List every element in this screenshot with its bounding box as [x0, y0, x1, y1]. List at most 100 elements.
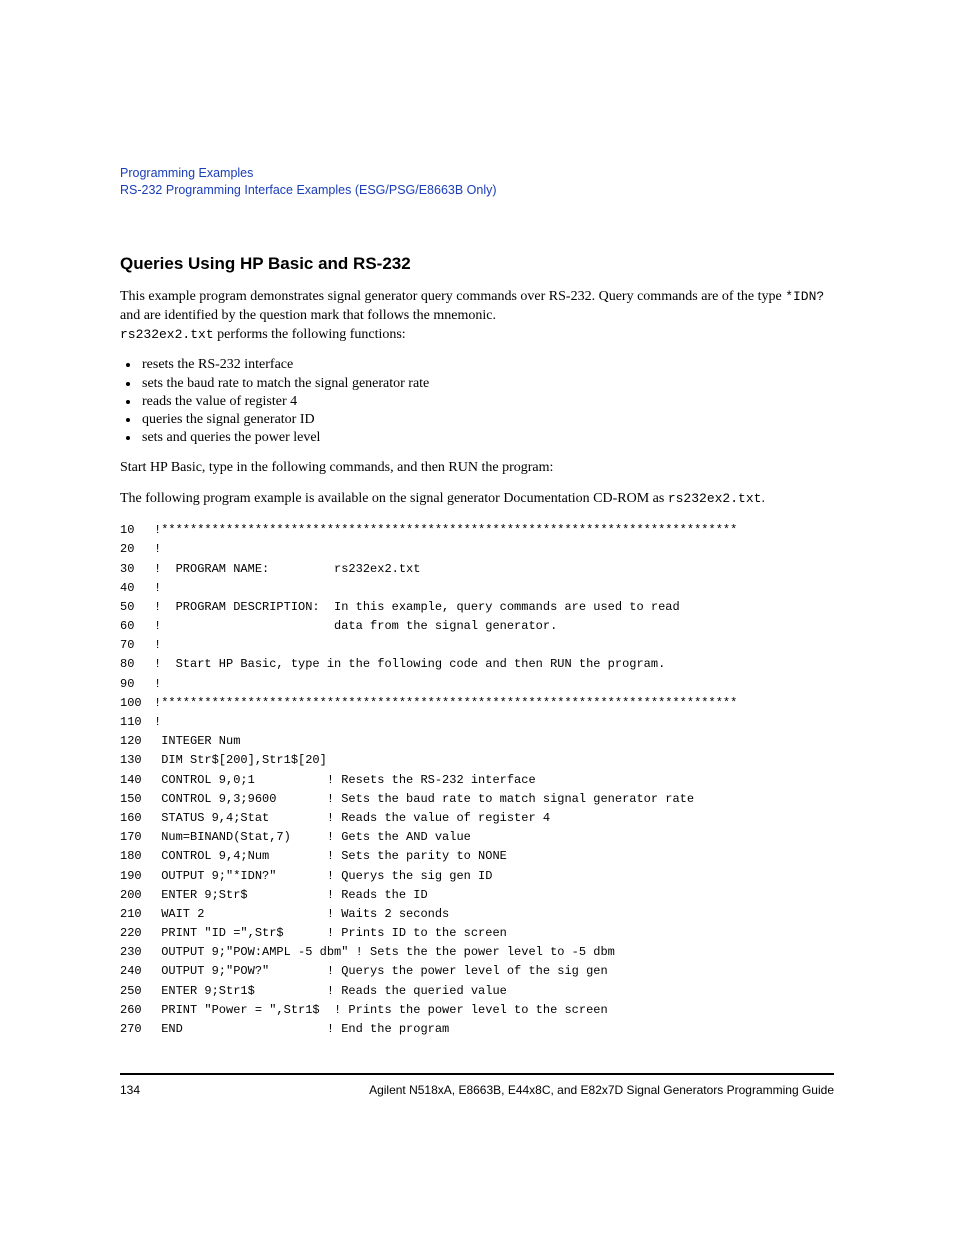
- inline-code-idn: *IDN?: [785, 289, 824, 304]
- code-line: 50! PROGRAM DESCRIPTION: In this example…: [120, 598, 834, 617]
- intro-text-a: This example program demonstrates signal…: [120, 289, 785, 304]
- cdrom-text-a: The following program example is availab…: [120, 491, 668, 506]
- code-line: 260 PRINT "Power = ",Str1$ ! Prints the …: [120, 1001, 834, 1020]
- code-text: ENTER 9;Str1$ ! Reads the queried value: [154, 982, 507, 1001]
- code-text: !***************************************…: [154, 694, 737, 713]
- line-number: 260: [120, 1001, 154, 1020]
- page-footer: 134 Agilent N518xA, E8663B, E44x8C, and …: [120, 1083, 834, 1097]
- line-number: 160: [120, 809, 154, 828]
- line-number: 90: [120, 675, 154, 694]
- code-line: 150 CONTROL 9,3;9600 ! Sets the baud rat…: [120, 790, 834, 809]
- line-number: 80: [120, 655, 154, 674]
- line-number: 60: [120, 617, 154, 636]
- code-text: END ! End the program: [154, 1020, 449, 1039]
- line-number: 30: [120, 560, 154, 579]
- code-line: 80! Start HP Basic, type in the followin…: [120, 655, 834, 674]
- page: Programming Examples RS-232 Programming …: [0, 0, 954, 1235]
- line-number: 130: [120, 751, 154, 770]
- code-line: 250 ENTER 9;Str1$ ! Reads the queried va…: [120, 982, 834, 1001]
- line-number: 10: [120, 521, 154, 540]
- list-item: queries the signal generator ID: [140, 411, 834, 429]
- line-number: 180: [120, 847, 154, 866]
- code-line: 130 DIM Str$[200],Str1$[20]: [120, 751, 834, 770]
- intro-text-b: and are identified by the question mark …: [120, 308, 496, 323]
- code-block: 10!*************************************…: [120, 521, 834, 1039]
- code-text: STATUS 9,4;Stat ! Reads the value of reg…: [154, 809, 550, 828]
- code-text: PRINT "Power = ",Str1$ ! Prints the powe…: [154, 1001, 608, 1020]
- code-text: ! Start HP Basic, type in the following …: [154, 655, 665, 674]
- code-text: CONTROL 9,3;9600 ! Sets the baud rate to…: [154, 790, 694, 809]
- code-line: 40!: [120, 579, 834, 598]
- code-line: 100!************************************…: [120, 694, 834, 713]
- code-text: DIM Str$[200],Str1$[20]: [154, 751, 327, 770]
- code-line: 70!: [120, 636, 834, 655]
- line-number: 20: [120, 540, 154, 559]
- footer-title: Agilent N518xA, E8663B, E44x8C, and E82x…: [369, 1083, 834, 1097]
- code-line: 120 INTEGER Num: [120, 732, 834, 751]
- code-line: 220 PRINT "ID =",Str$ ! Prints ID to the…: [120, 924, 834, 943]
- code-line: 210 WAIT 2 ! Waits 2 seconds: [120, 905, 834, 924]
- list-item: sets the baud rate to match the signal g…: [140, 375, 834, 393]
- code-line: 30! PROGRAM NAME: rs232ex2.txt: [120, 560, 834, 579]
- code-text: OUTPUT 9;"*IDN?" ! Querys the sig gen ID: [154, 867, 492, 886]
- cdrom-note: The following program example is availab…: [120, 490, 834, 509]
- code-line: 160 STATUS 9,4;Stat ! Reads the value of…: [120, 809, 834, 828]
- intro-text-c: performs the following functions:: [214, 327, 406, 342]
- line-number: 120: [120, 732, 154, 751]
- code-text: !: [154, 675, 161, 694]
- breadcrumb[interactable]: Programming Examples RS-232 Programming …: [120, 165, 834, 199]
- function-list: resets the RS-232 interface sets the bau…: [120, 356, 834, 447]
- code-text: Num=BINAND(Stat,7) ! Gets the AND value: [154, 828, 471, 847]
- code-text: INTEGER Num: [154, 732, 240, 751]
- code-text: OUTPUT 9;"POW:AMPL -5 dbm" ! Sets the th…: [154, 943, 615, 962]
- list-item: resets the RS-232 interface: [140, 356, 834, 374]
- code-line: 110!: [120, 713, 834, 732]
- cdrom-text-b: .: [761, 491, 765, 506]
- inline-code-filename2: rs232ex2.txt: [668, 491, 762, 506]
- code-line: 270 END ! End the program: [120, 1020, 834, 1039]
- line-number: 210: [120, 905, 154, 924]
- code-text: CONTROL 9,0;1 ! Resets the RS-232 interf…: [154, 771, 536, 790]
- code-text: !: [154, 636, 161, 655]
- line-number: 190: [120, 867, 154, 886]
- line-number: 40: [120, 579, 154, 598]
- code-line: 10!*************************************…: [120, 521, 834, 540]
- inline-code-filename: rs232ex2.txt: [120, 327, 214, 342]
- code-text: OUTPUT 9;"POW?" ! Querys the power level…: [154, 962, 608, 981]
- code-line: 230 OUTPUT 9;"POW:AMPL -5 dbm" ! Sets th…: [120, 943, 834, 962]
- code-line: 200 ENTER 9;Str$ ! Reads the ID: [120, 886, 834, 905]
- line-number: 270: [120, 1020, 154, 1039]
- code-text: !: [154, 713, 161, 732]
- line-number: 240: [120, 962, 154, 981]
- code-text: ! PROGRAM NAME: rs232ex2.txt: [154, 560, 420, 579]
- line-number: 140: [120, 771, 154, 790]
- line-number: 110: [120, 713, 154, 732]
- line-number: 230: [120, 943, 154, 962]
- line-number: 170: [120, 828, 154, 847]
- code-text: !***************************************…: [154, 521, 737, 540]
- code-line: 180 CONTROL 9,4;Num ! Sets the parity to…: [120, 847, 834, 866]
- footer-rule: [120, 1073, 834, 1075]
- line-number: 70: [120, 636, 154, 655]
- page-number: 134: [120, 1083, 140, 1097]
- code-text: ENTER 9;Str$ ! Reads the ID: [154, 886, 428, 905]
- code-line: 140 CONTROL 9,0;1 ! Resets the RS-232 in…: [120, 771, 834, 790]
- section-title: Queries Using HP Basic and RS-232: [120, 254, 834, 274]
- code-text: WAIT 2 ! Waits 2 seconds: [154, 905, 449, 924]
- code-line: 170 Num=BINAND(Stat,7) ! Gets the AND va…: [120, 828, 834, 847]
- breadcrumb-line2: RS-232 Programming Interface Examples (E…: [120, 183, 497, 197]
- line-number: 220: [120, 924, 154, 943]
- code-text: !: [154, 540, 161, 559]
- line-number: 100: [120, 694, 154, 713]
- line-number: 50: [120, 598, 154, 617]
- line-number: 200: [120, 886, 154, 905]
- list-item: sets and queries the power level: [140, 429, 834, 447]
- code-text: ! PROGRAM DESCRIPTION: In this example, …: [154, 598, 680, 617]
- code-line: 20!: [120, 540, 834, 559]
- code-text: ! data from the signal generator.: [154, 617, 557, 636]
- code-text: CONTROL 9,4;Num ! Sets the parity to NON…: [154, 847, 507, 866]
- code-text: PRINT "ID =",Str$ ! Prints ID to the scr…: [154, 924, 507, 943]
- code-line: 90!: [120, 675, 834, 694]
- code-line: 60! data from the signal generator.: [120, 617, 834, 636]
- start-instruction: Start HP Basic, type in the following co…: [120, 459, 834, 478]
